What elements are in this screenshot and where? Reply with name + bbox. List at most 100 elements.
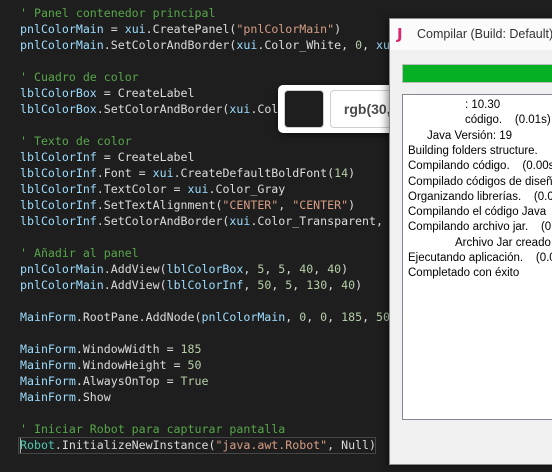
code-token: 50	[187, 358, 202, 372]
progress-fill	[403, 65, 552, 82]
code-token: pnlColorMain	[20, 262, 104, 276]
code-line[interactable]: ' Añadir al panel	[20, 245, 139, 261]
color-swatch	[284, 90, 324, 128]
code-line[interactable]: MainForm.AlwaysOnTop = True	[20, 373, 208, 389]
code-token: 40	[299, 262, 314, 276]
window-titlebar[interactable]: J Compilar (Build: Default)	[390, 19, 552, 50]
code-token: )	[341, 262, 349, 276]
code-line[interactable]: MainForm.WindowHeight = 50	[20, 357, 202, 373]
code-token: .SetTextAlignment(	[96, 198, 223, 212]
code-token: lblColorBox	[20, 86, 97, 100]
code-token: MainForm	[20, 358, 76, 372]
code-token: xui	[229, 102, 251, 116]
code-line[interactable]: pnlColorMain.AddView(lblColorBox, 5, 5, …	[20, 261, 348, 277]
code-token: ' Añadir al panel	[20, 246, 139, 260]
compile-log[interactable]: : 10.30 código. (0.01s) Java Versión: 19 Bu…	[402, 94, 552, 420]
log-line: Completado con éxito	[408, 267, 520, 280]
code-token: lblColorInf	[20, 166, 97, 180]
code-token: lblColorInf	[20, 214, 97, 228]
code-token: 50	[257, 278, 272, 292]
code-token: ,	[313, 262, 328, 276]
code-token: ,	[362, 310, 377, 324]
log-line: : 10.30	[465, 99, 501, 111]
java-app-icon: J	[397, 25, 403, 43]
code-line[interactable]: MainForm.WindowWidth = 185	[20, 341, 202, 357]
code-line[interactable]: lblColorInf.TextColor = xui.Color_Gray	[20, 181, 285, 197]
code-token: ,	[285, 262, 300, 276]
code-line[interactable]: ' Cuadro de color	[20, 69, 139, 85]
code-token: ' Iniciar Robot para capturar pantalla	[20, 422, 286, 436]
code-token: .RootPane.AddNode(	[75, 310, 202, 324]
code-token: MainForm	[20, 390, 76, 404]
code-token: lblColorBox	[166, 262, 244, 276]
code-line[interactable]: pnlColorMain.AddView(lblColorInf, 50, 5,…	[20, 277, 362, 293]
code-token: .Col	[250, 102, 279, 116]
compile-window[interactable]: J Compilar (Build: Default) : 10.30 códig…	[389, 18, 552, 465]
code-token: )	[334, 22, 342, 36]
code-token: ,	[278, 198, 293, 212]
code-token: = CreateLabel	[96, 86, 195, 100]
log-line: Compilando código. (0.00s)	[408, 160, 552, 173]
code-token: "pnlColorMain"	[236, 22, 335, 36]
code-token: ,	[362, 38, 377, 52]
window-title: Compilar (Build: Default)	[417, 27, 552, 41]
code-token: xui	[152, 166, 174, 180]
code-token: xui	[229, 214, 251, 228]
code-token: .SetColorAndBorder(	[96, 102, 230, 116]
code-token: .AlwaysOnTop =	[75, 374, 181, 388]
code-token: ,	[285, 310, 300, 324]
code-token: ,	[327, 278, 342, 292]
code-token: 14	[334, 166, 349, 180]
code-token: pnlColorMain	[20, 278, 104, 292]
code-token: MainForm	[20, 342, 76, 356]
code-token: .CreateDefaultBoldFont(	[173, 166, 335, 180]
code-line[interactable]: ' Panel contenedor principal	[20, 5, 215, 21]
code-token: .Color_White,	[257, 38, 356, 52]
code-token: 185	[180, 342, 202, 356]
code-token: .SetColorAndBorder(	[103, 38, 237, 52]
code-line[interactable]: lblColorInf = CreateLabel	[20, 149, 195, 165]
log-line: Compilando archivo jar. (0	[408, 221, 552, 234]
log-line: Compilando el código Java	[408, 206, 547, 219]
code-token: "CENTER"	[222, 198, 279, 212]
code-token: )	[355, 278, 363, 292]
code-line[interactable]: lblColorBox = CreateLabel	[20, 85, 195, 101]
code-line[interactable]: MainForm.Show	[20, 389, 111, 405]
code-token: lblColorInf	[20, 198, 97, 212]
code-token: ' Texto de color	[20, 134, 132, 148]
code-line[interactable]: MainForm.RootPane.AddNode(pnlColorMain, …	[20, 309, 390, 325]
code-token: ,	[264, 262, 279, 276]
code-token: =	[103, 22, 125, 36]
code-token: 0	[355, 38, 363, 52]
code-token: 130	[306, 278, 328, 292]
log-line: Java Versión: 19	[427, 129, 513, 142]
code-token: pnlColorMain	[20, 38, 104, 52]
code-token: lblColorInf	[20, 150, 97, 164]
code-line[interactable]: pnlColorMain = xui.CreatePanel("pnlColor…	[20, 21, 341, 37]
code-line[interactable]: lblColorInf.SetTextAlignment("CENTER", "…	[20, 197, 355, 213]
code-token: .AddView(	[103, 278, 167, 292]
code-line[interactable]: pnlColorMain.SetColorAndBorder(xui.Color…	[20, 37, 390, 53]
code-token: ,	[243, 278, 258, 292]
code-token: lblColorInf	[166, 278, 244, 292]
code-line[interactable]: lblColorInf.SetColorAndBorder(xui.Color_…	[20, 213, 383, 229]
log-line: Archivo Jar creado	[455, 236, 551, 249]
code-token: 40	[341, 278, 356, 292]
code-token: .Font =	[96, 166, 153, 180]
code-line[interactable]: ' Texto de color	[20, 133, 132, 149]
code-token: )	[348, 198, 356, 212]
code-token: lblColorInf	[20, 182, 97, 196]
code-token: .Show	[75, 390, 111, 404]
code-line[interactable]: ' Iniciar Robot para capturar pantalla	[20, 421, 285, 437]
code-token: True	[180, 374, 209, 388]
code-line[interactable]: lblColorInf.Font = xui.CreateDefaultBold…	[20, 165, 355, 181]
code-token: 185	[341, 310, 363, 324]
code-token: ' Cuadro de color	[20, 70, 139, 84]
compile-progress-bar	[402, 64, 552, 83]
code-line[interactable]: lblColorBox.SetColorAndBorder(xui.Col	[20, 101, 278, 117]
window-client-area: : 10.30 código. (0.01s) Java Versión: 19 Bu…	[390, 50, 552, 464]
code-token: .Color_Gray	[208, 182, 286, 196]
code-token: .CreatePanel(	[145, 22, 237, 36]
log-line: Compilado códigos de diseño	[408, 175, 552, 188]
code-token: ,	[327, 310, 342, 324]
